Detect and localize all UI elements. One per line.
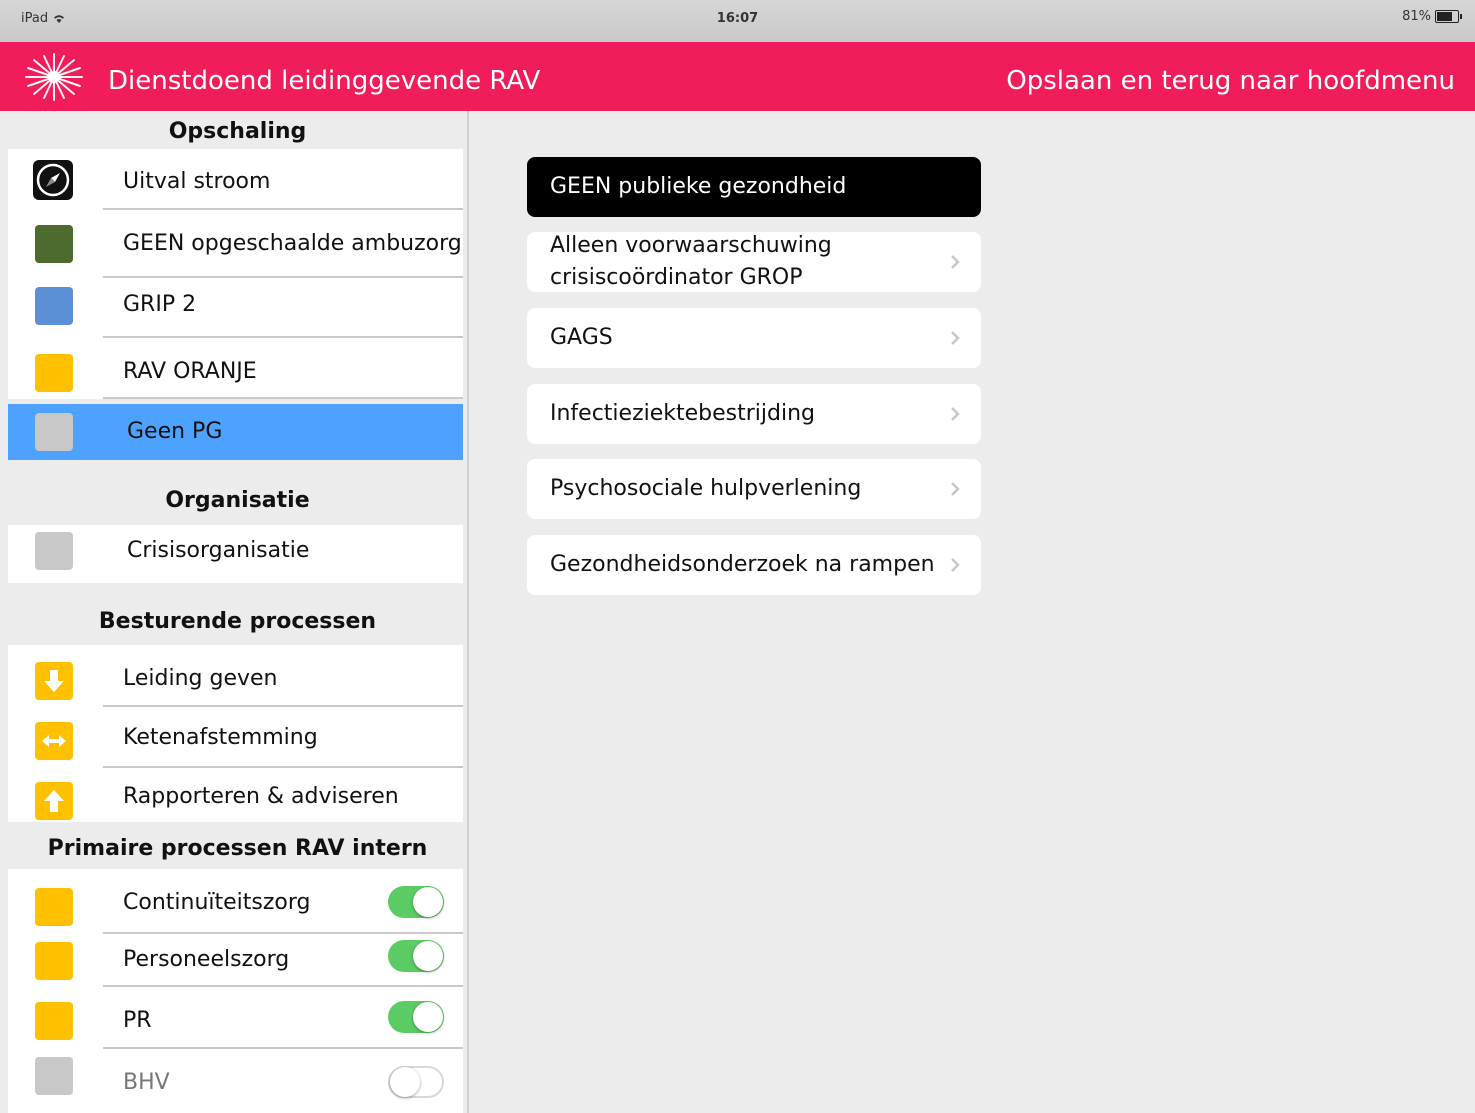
sidebar-item-ambuzorg[interactable]: GEEN opgeschaalde ambuzorg	[8, 210, 463, 278]
arrow-down-icon	[35, 662, 73, 700]
burst-logo-icon	[18, 50, 90, 104]
option-alleen-voorwaarschuwing[interactable]: Alleen voorwaarschuwing crisiscoördinato…	[527, 232, 981, 292]
sidebar-item-pr[interactable]: PR	[8, 987, 463, 1049]
option-label: GEEN publieke gezondheid	[550, 174, 847, 199]
battery-fill	[1437, 12, 1452, 21]
sidebar-item-label: Ketenafstemming	[123, 725, 318, 750]
page-title: Dienstdoend leidinggevende RAV	[108, 66, 541, 96]
toggle-knob	[413, 941, 443, 971]
option-gags[interactable]: GAGS	[527, 308, 981, 368]
section-header-organisatie: Organisatie	[165, 488, 310, 513]
status-bar: iPad 16:07 81%	[0, 0, 1475, 42]
chevron-right-icon	[951, 558, 960, 572]
sidebar-item-geen-pg[interactable]: Geen PG	[8, 404, 463, 460]
sidebar-item-label: GRIP 2	[123, 292, 197, 317]
sidebar-item-crisisorganisatie[interactable]: Crisisorganisatie	[8, 525, 463, 583]
status-swatch	[35, 888, 73, 926]
option-label: Infectieziektebestrijding	[550, 401, 816, 426]
status-swatch	[35, 413, 73, 451]
arrows-horizontal-icon	[35, 722, 73, 760]
option-label: Psychosociale hulpverlening	[550, 476, 862, 501]
bhv-toggle[interactable]	[388, 1066, 444, 1098]
status-swatch	[35, 354, 73, 392]
sidebar-item-rapporteren[interactable]: Rapporteren & adviseren	[8, 768, 463, 822]
sidebar-item-uitval-stroom[interactable]: Uitval stroom	[8, 149, 463, 210]
sidebar-item-label: Crisisorganisatie	[127, 538, 310, 563]
sidebar-item-label: Rapporteren & adviseren	[123, 784, 399, 809]
sidebar-item-label: Uitval stroom	[123, 169, 271, 194]
option-infectieziektebestrijding[interactable]: Infectieziektebestrijding	[527, 384, 981, 444]
sidebar-item-label: Continuïteitszorg	[123, 890, 311, 915]
chevron-right-icon	[951, 482, 960, 496]
battery-percent: 81%	[1402, 9, 1431, 24]
battery-icon	[1435, 10, 1462, 23]
arrow-up-icon	[35, 782, 73, 820]
section-header-opschaling: Opschaling	[168, 119, 307, 144]
option-geen-publieke-gezondheid[interactable]: GEEN publieke gezondheid	[527, 157, 981, 217]
sidebar-item-label: GEEN opgeschaalde ambuzorg	[123, 231, 462, 256]
personeelszorg-toggle[interactable]	[388, 940, 444, 972]
pr-toggle[interactable]	[388, 1001, 444, 1033]
sidebar-item-label: Geen PG	[127, 419, 223, 444]
option-label: GAGS	[550, 325, 613, 350]
sidebar-item-grip-2[interactable]: GRIP 2	[8, 278, 463, 338]
status-swatch	[35, 532, 73, 570]
sidebar-item-label: PR	[123, 1008, 152, 1033]
toggle-knob	[413, 887, 443, 917]
chevron-right-icon	[951, 331, 960, 345]
sidebar-item-label: Leiding geven	[123, 666, 278, 691]
sidebar-item-bhv[interactable]: BHV	[8, 1049, 463, 1113]
sidebar-item-label: Personeelszorg	[123, 947, 290, 972]
status-right: 81%	[1402, 9, 1462, 24]
status-time: 16:07	[716, 11, 759, 26]
status-swatch	[35, 225, 73, 263]
sidebar-item-label: BHV	[123, 1070, 170, 1095]
sidebar-item-ketenafstemming[interactable]: Ketenafstemming	[8, 707, 463, 768]
option-psychosociale-hulpverlening[interactable]: Psychosociale hulpverlening	[527, 459, 981, 519]
status-swatch	[35, 1002, 73, 1040]
chevron-right-icon	[951, 407, 960, 421]
sidebar: Opschaling Uitval stroom GEEN opgeschaal…	[8, 111, 469, 1113]
option-label: Alleen voorwaarschuwing crisiscoördinato…	[550, 233, 832, 290]
section-header-primaire: Primaire processen RAV intern	[47, 836, 428, 861]
sidebar-item-continuiteitszorg[interactable]: Continuïteitszorg	[8, 869, 463, 934]
section-header-besturende: Besturende processen	[98, 609, 377, 634]
chevron-right-icon	[951, 255, 960, 269]
sidebar-item-personeelszorg[interactable]: Personeelszorg	[8, 934, 463, 987]
option-gezondheidsonderzoek[interactable]: Gezondheidsonderzoek na rampen	[527, 535, 981, 595]
nav-bar: Dienstdoend leidinggevende RAV Opslaan e…	[0, 42, 1475, 111]
compass-icon	[33, 160, 73, 200]
divider	[103, 397, 463, 399]
status-swatch	[35, 942, 73, 980]
sidebar-item-leiding-geven[interactable]: Leiding geven	[8, 645, 463, 707]
sidebar-item-rav-oranje[interactable]: RAV ORANJE	[8, 338, 463, 399]
continuiteitszorg-toggle[interactable]	[388, 886, 444, 918]
toggle-knob	[390, 1067, 420, 1097]
sidebar-item-label: RAV ORANJE	[123, 359, 257, 384]
status-swatch	[35, 1057, 73, 1095]
option-label: Gezondheidsonderzoek na rampen	[550, 552, 935, 577]
toggle-knob	[413, 1002, 443, 1032]
save-and-back-button[interactable]: Opslaan en terug naar hoofdmenu	[1006, 66, 1455, 96]
status-swatch	[35, 287, 73, 325]
